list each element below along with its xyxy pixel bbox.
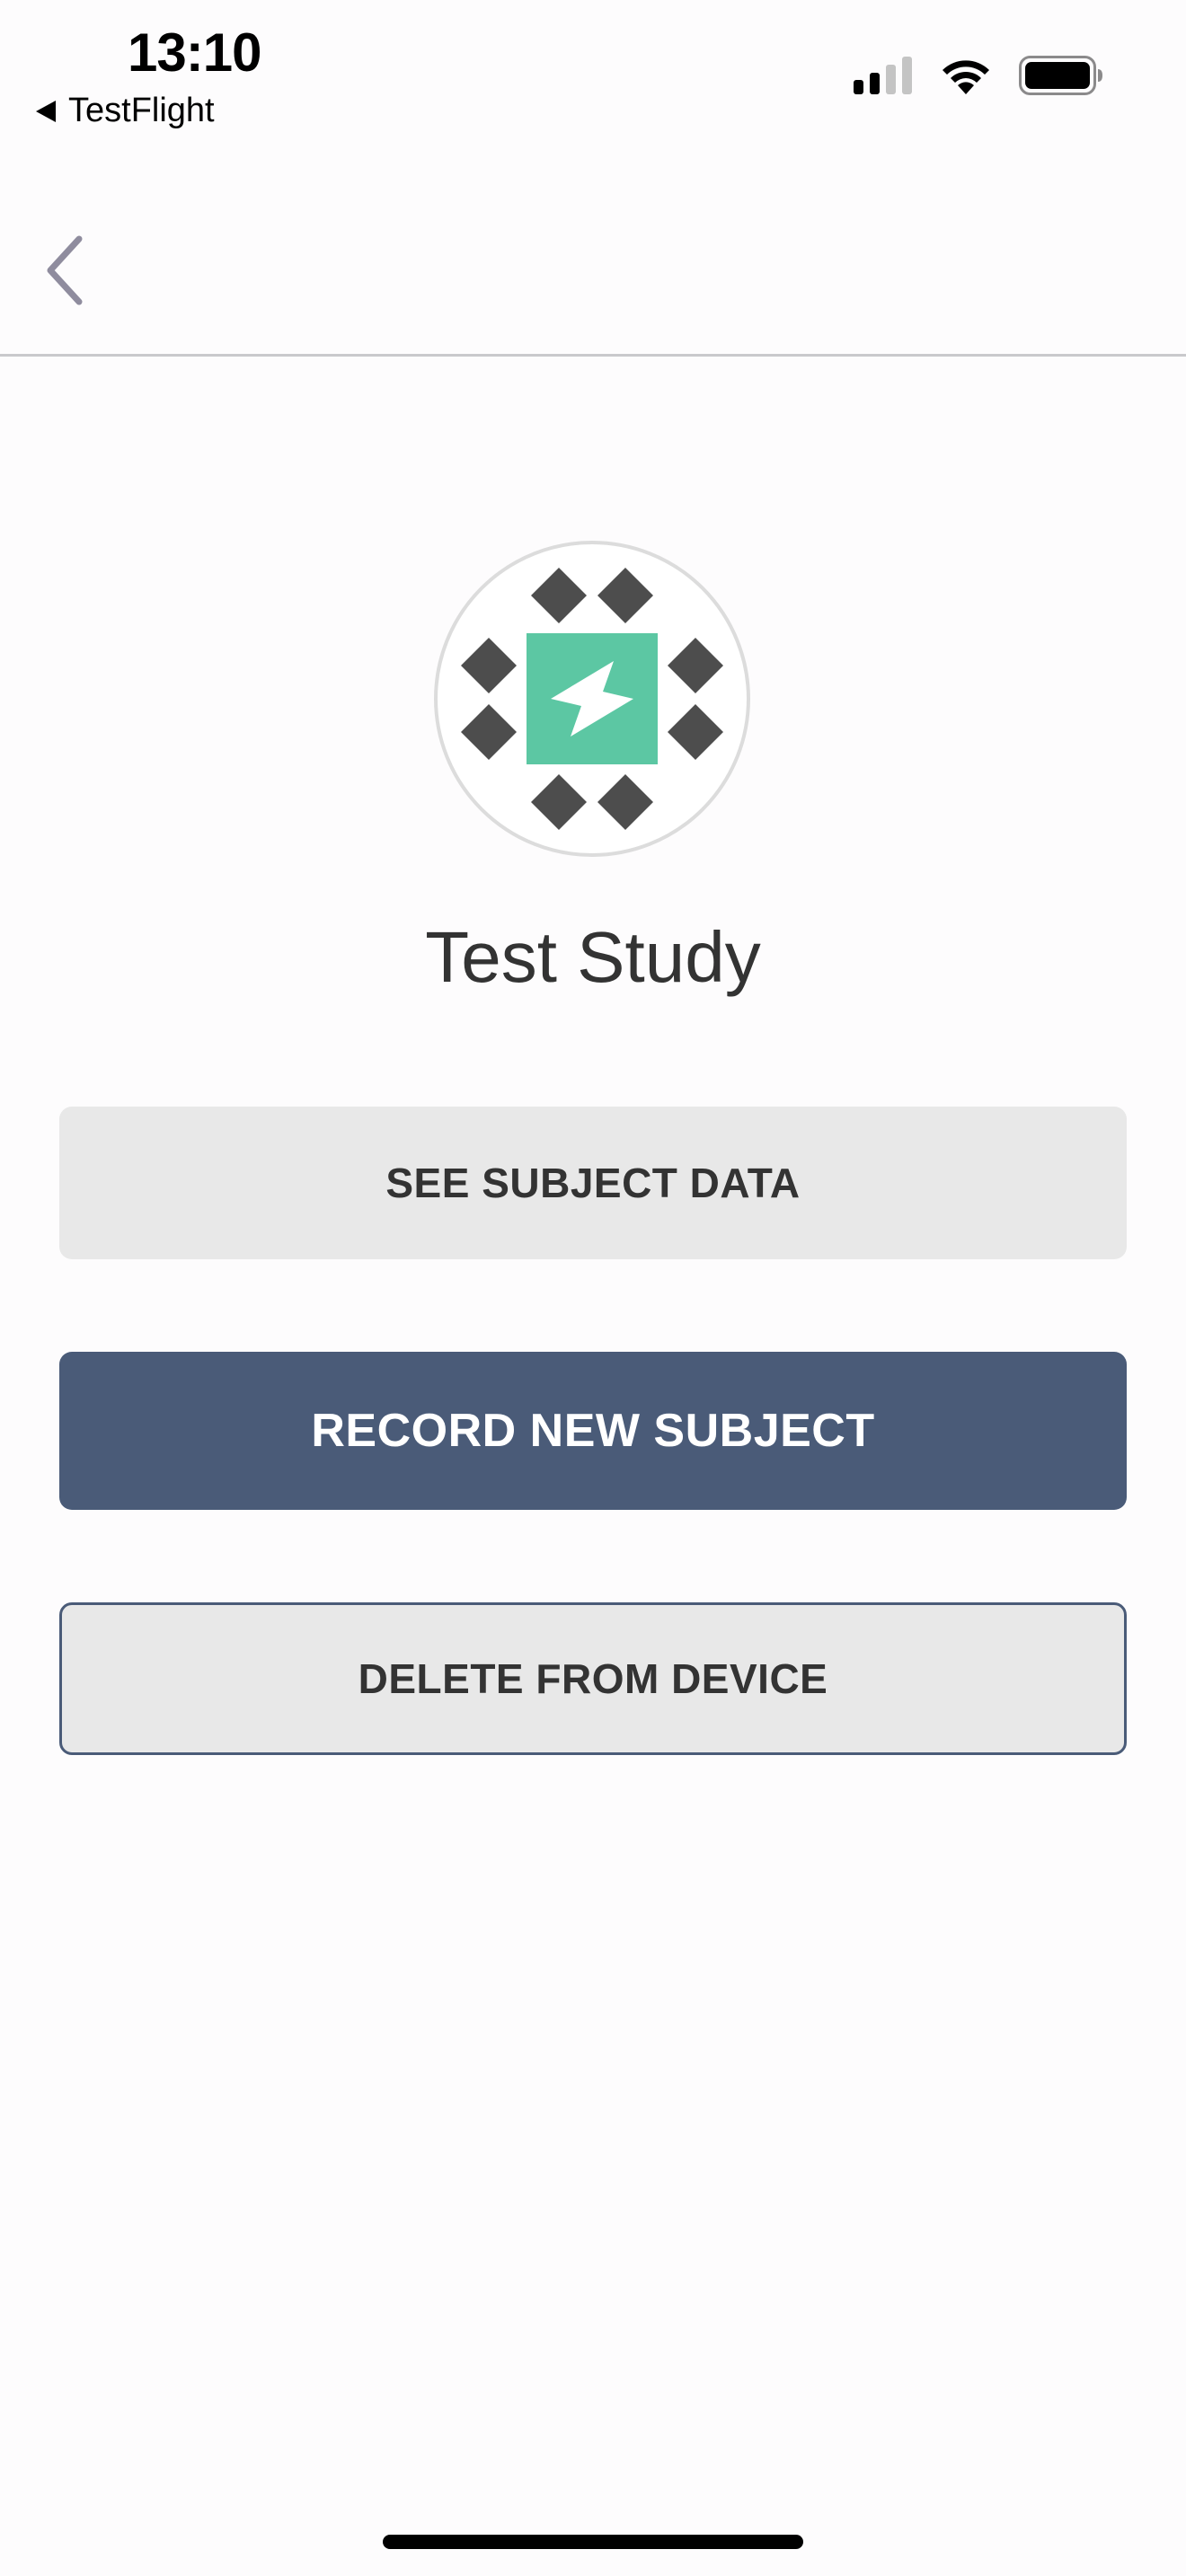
home-indicator[interactable] bbox=[383, 2535, 803, 2549]
status-bar: 13:10 TestFlight bbox=[0, 0, 1186, 144]
signal-icon bbox=[854, 57, 912, 94]
navigation-bar bbox=[0, 144, 1186, 357]
wifi-icon bbox=[943, 60, 989, 94]
study-title: Test Study bbox=[425, 917, 761, 997]
back-triangle-icon bbox=[36, 100, 56, 122]
back-to-app-link[interactable]: TestFlight bbox=[36, 92, 215, 130]
back-app-label: TestFlight bbox=[68, 92, 215, 129]
study-logo-icon bbox=[434, 541, 750, 857]
chevron-left-icon[interactable] bbox=[40, 232, 90, 309]
record-new-subject-button[interactable]: RECORD NEW SUBJECT bbox=[59, 1352, 1127, 1510]
see-subject-data-button[interactable]: SEE SUBJECT DATA bbox=[59, 1107, 1127, 1259]
delete-from-device-button[interactable]: DELETE FROM DEVICE bbox=[59, 1602, 1127, 1755]
battery-icon bbox=[1019, 56, 1102, 95]
status-time: 13:10 bbox=[128, 22, 261, 83]
status-icons bbox=[854, 56, 1103, 95]
